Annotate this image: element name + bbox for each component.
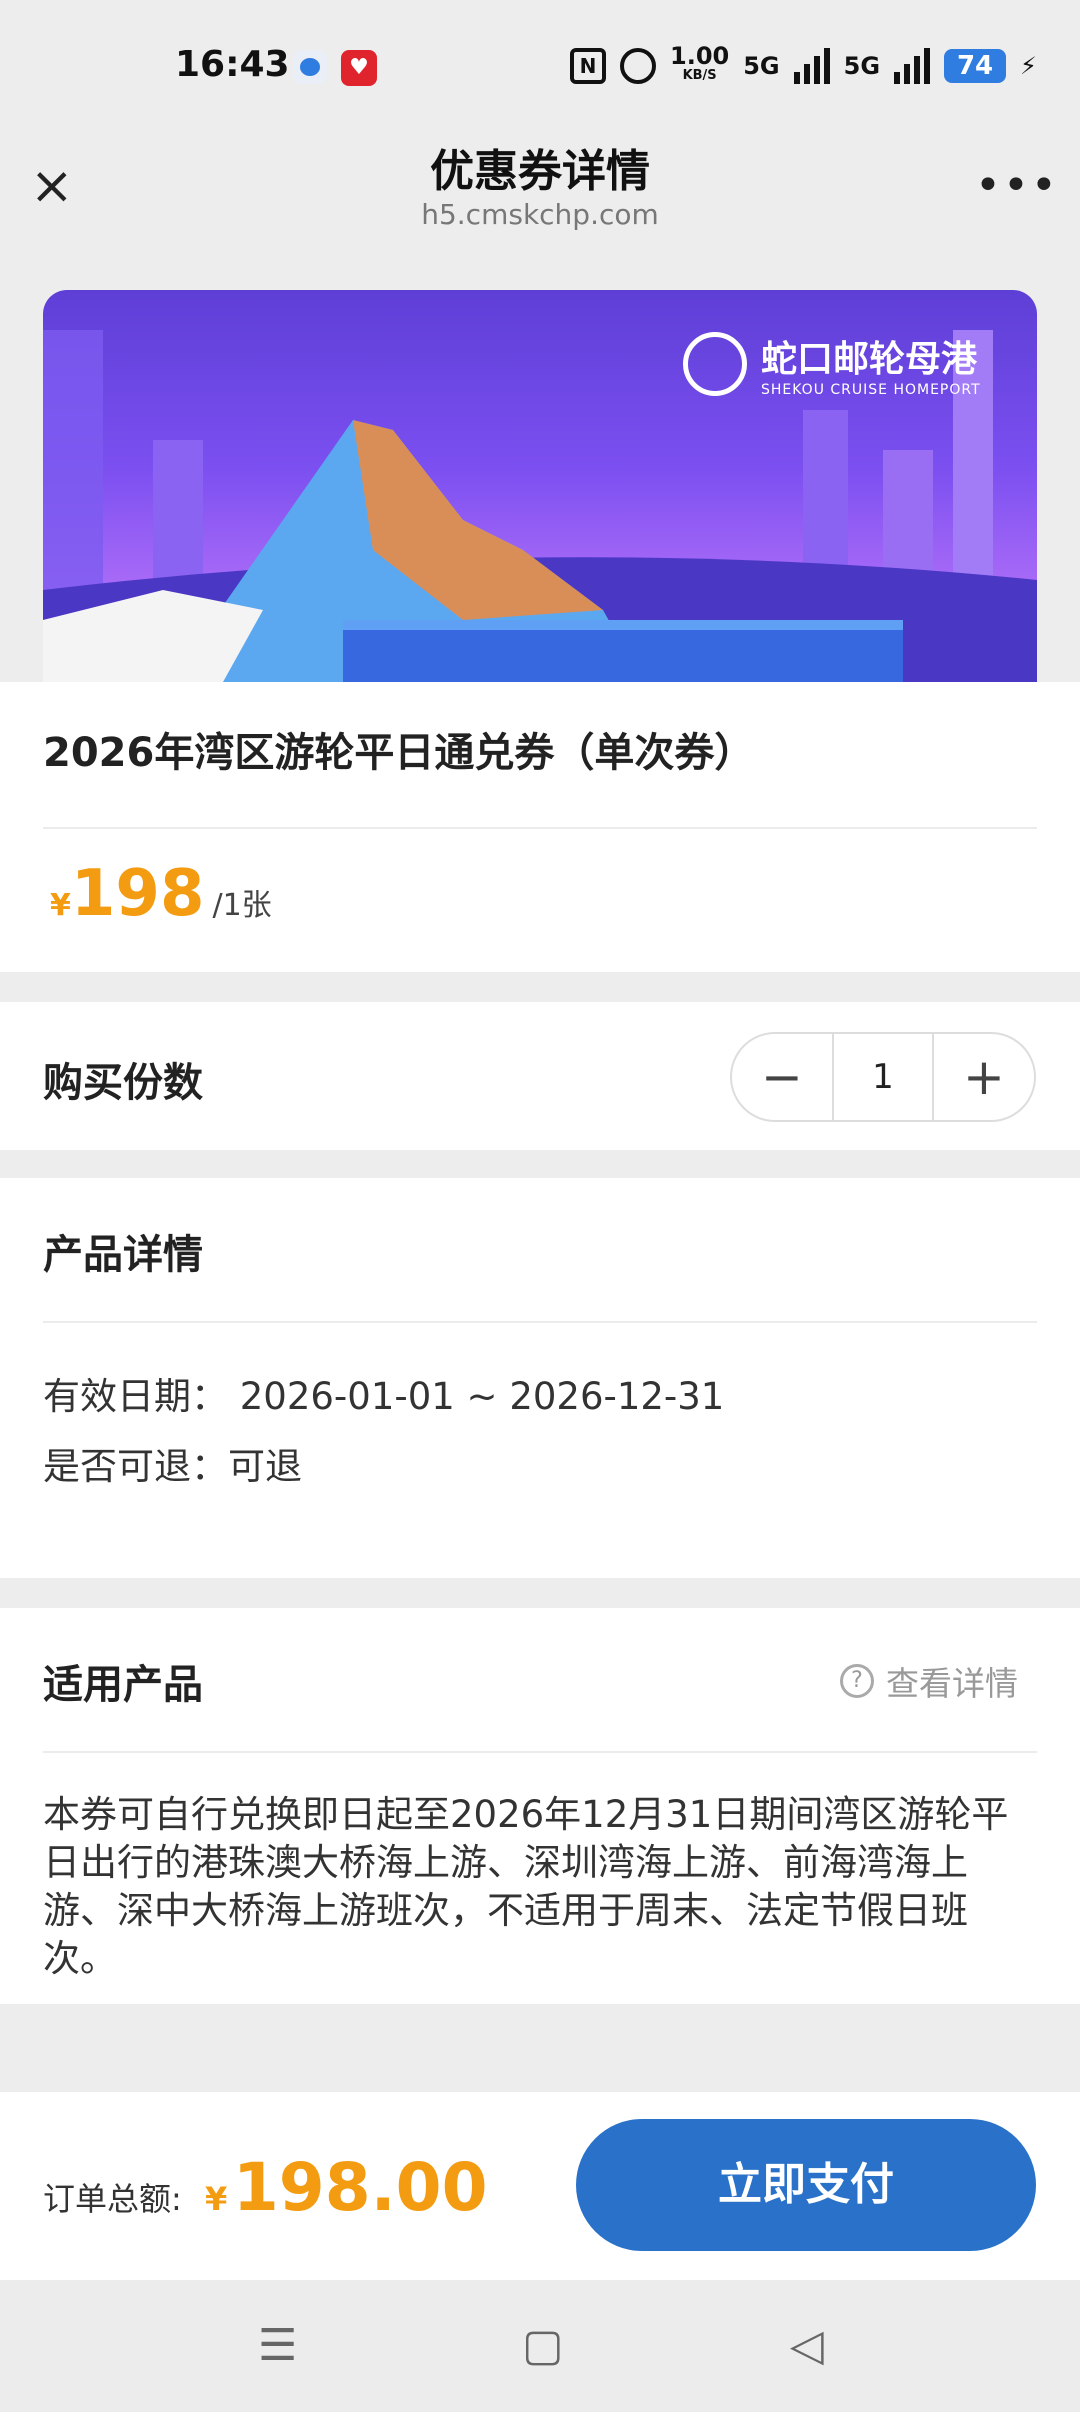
price-unit: /1张 xyxy=(212,888,272,923)
quantity-input[interactable]: 1 xyxy=(832,1034,934,1120)
more-icon[interactable]: ••• xyxy=(975,160,1059,211)
view-details-label: 查看详情 xyxy=(886,1664,1018,1703)
quantity-card: 购买份数 − 1 + xyxy=(0,1002,1080,1150)
signal-icon xyxy=(793,48,830,84)
page-title: 优惠券详情 xyxy=(430,146,650,197)
minus-button[interactable]: − xyxy=(732,1034,832,1120)
view-details-link[interactable]: ? 查看详情 xyxy=(840,1657,1018,1705)
logo-text: 蛇口邮轮母港 xyxy=(761,339,978,380)
price-value: 198 xyxy=(70,857,205,931)
pay-now-button[interactable]: 立即支付 xyxy=(576,2119,1036,2251)
status-icons: N 1.00 KB/S 5G 5G 74 ⚡ xyxy=(570,44,1037,88)
help-icon: ? xyxy=(840,1664,874,1698)
valid-date: 有效日期： 2026-01-01 ~ 2026-12-31 xyxy=(43,1366,724,1420)
refundable: 是否可退：可退 xyxy=(43,1436,302,1490)
total-value: 198.00 xyxy=(232,2149,488,2226)
status-time: 16:43 xyxy=(175,44,290,85)
product-price: ¥198/1张 xyxy=(50,857,272,931)
valid-date-value: 2026-01-01 ~ 2026-12-31 xyxy=(239,1375,725,1418)
back-icon[interactable]: ◁ xyxy=(790,2320,824,2371)
applicable-heading: 适用产品 xyxy=(43,1662,203,1708)
checkout-bar: 订单总额: ¥ 198.00 立即支付 xyxy=(0,2092,1080,2280)
quantity-label: 购买份数 xyxy=(43,1060,203,1106)
price-currency: ¥ xyxy=(50,888,71,923)
plus-button[interactable]: + xyxy=(934,1034,1034,1120)
details-heading: 产品详情 xyxy=(43,1232,203,1278)
nfc-icon: N xyxy=(570,48,606,84)
applicable-products-card: 适用产品 ? 查看详情 本券可自行兑换即日起至2026年12月31日期间湾区游轮… xyxy=(0,1608,1080,2004)
banner-image: 蛇口邮轮母港 SHEKOU CRUISE HOMEPORT xyxy=(43,290,1037,682)
charging-icon: ⚡ xyxy=(1020,52,1037,80)
logo-mark-icon xyxy=(683,332,747,396)
menu-icon[interactable]: ☰ xyxy=(258,2320,297,2371)
system-nav-bar: ☰ ▢ ◁ xyxy=(0,2280,1080,2412)
page-url: h5.cmskchp.com xyxy=(421,198,659,231)
home-icon[interactable]: ▢ xyxy=(522,2320,564,2371)
brand-logo: 蛇口邮轮母港 SHEKOU CRUISE HOMEPORT xyxy=(683,330,981,398)
applicable-description: 本券可自行兑换即日起至2026年12月31日期间湾区游轮平日出行的港珠澳大桥海上… xyxy=(43,1793,1009,1980)
total-currency: ¥ xyxy=(205,2180,228,2218)
alarm-icon xyxy=(620,48,656,84)
divider xyxy=(43,1321,1037,1323)
product-card: 2026年湾区游轮平日通兑券（单次券） ¥198/1张 xyxy=(0,682,1080,972)
refundable-label: 是否可退： xyxy=(43,1445,228,1488)
signal-icon-2 xyxy=(894,48,931,84)
app-notification-icon-2: ♥ xyxy=(341,50,377,86)
battery-icon: 74 xyxy=(944,49,1007,83)
divider xyxy=(43,1751,1037,1753)
logo-subtext: SHEKOU CRUISE HOMEPORT xyxy=(761,382,981,398)
refundable-value: 可退 xyxy=(228,1445,302,1488)
product-details-card: 产品详情 有效日期： 2026-01-01 ~ 2026-12-31 是否可退：… xyxy=(0,1178,1080,1578)
quantity-stepper: − 1 + xyxy=(730,1032,1036,1122)
order-total: ¥ 198.00 xyxy=(205,2149,488,2226)
network-type-1: 5G xyxy=(743,52,780,80)
product-title: 2026年湾区游轮平日通兑券（单次券） xyxy=(43,730,755,776)
divider xyxy=(43,827,1037,829)
network-speed: 1.00 KB/S xyxy=(670,42,730,83)
valid-date-label: 有效日期： xyxy=(43,1375,228,1418)
total-label: 订单总额: xyxy=(43,2180,182,2218)
app-notification-icon xyxy=(293,50,327,84)
network-type-2: 5G xyxy=(843,52,881,80)
